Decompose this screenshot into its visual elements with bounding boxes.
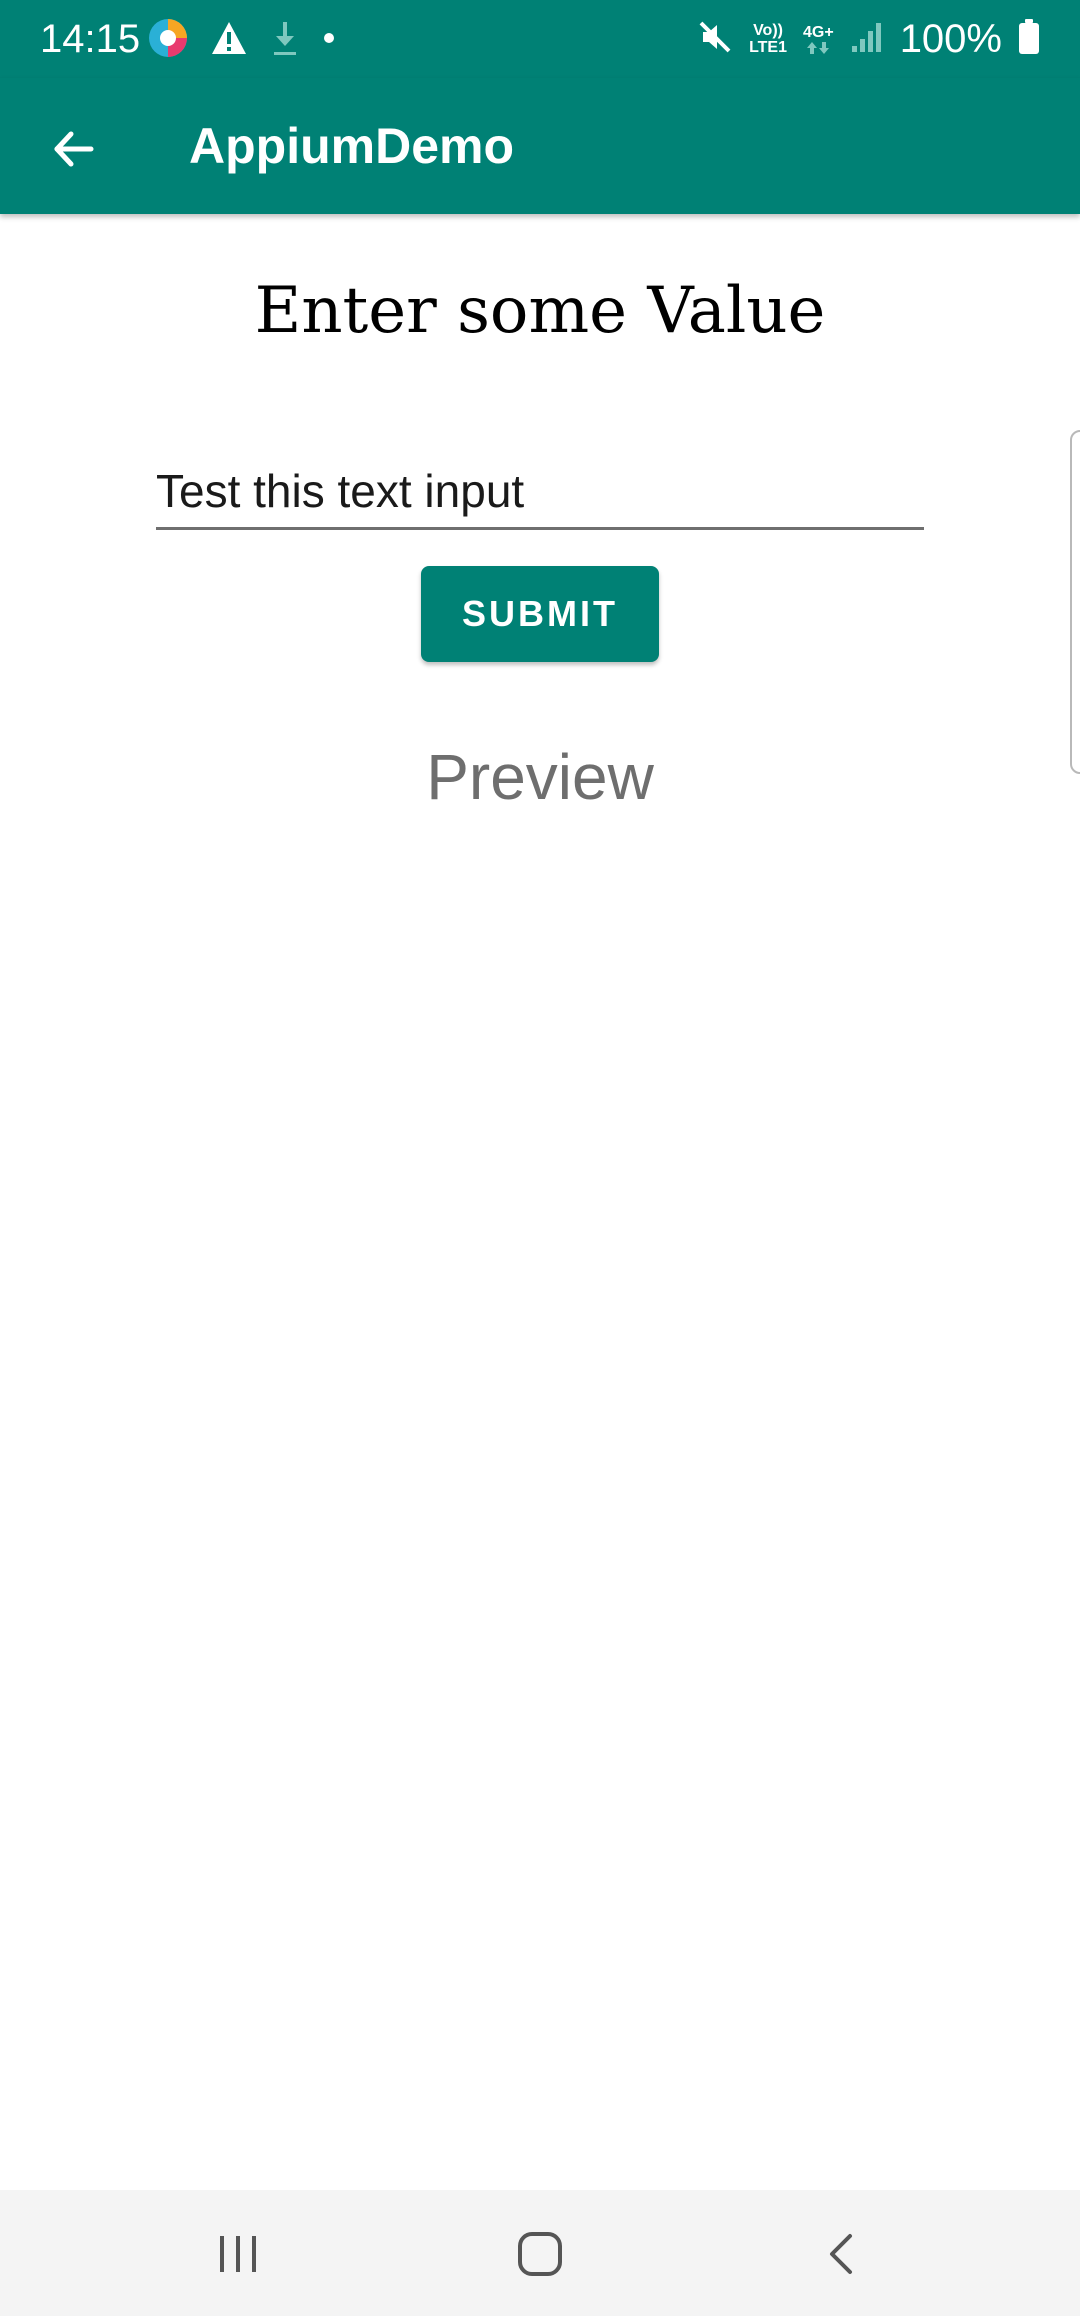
status-right-icons: Vo)) LTE1 4G+ 100%: [697, 14, 1040, 64]
edge-panel-handle[interactable]: [1070, 430, 1080, 774]
battery-icon: [1018, 18, 1040, 60]
recents-button[interactable]: [188, 2214, 288, 2294]
network-bottom-label: LTE1: [749, 39, 787, 56]
data-arrows-icon: 4G+: [803, 24, 834, 55]
recents-icon: [220, 2236, 256, 2272]
app-bar: AppiumDemo: [0, 78, 1080, 214]
battery-percent: 100%: [899, 17, 1002, 61]
app-title: AppiumDemo: [189, 118, 514, 174]
status-time: 14:15: [40, 17, 141, 61]
preview-text: Preview: [426, 741, 654, 813]
warning-icon: [210, 20, 248, 61]
screen: 14:15 Vo)) LTE1 4G+ 100% AppiumDemo Ente…: [0, 0, 1080, 2316]
status-bar: 14:15 Vo)) LTE1 4G+ 100%: [0, 0, 1080, 78]
nav-bar: [0, 2190, 1080, 2316]
back-button[interactable]: [30, 106, 116, 192]
dot-icon: [322, 31, 336, 50]
network-top-label: Vo)): [753, 22, 783, 39]
value-input[interactable]: [156, 455, 924, 530]
submit-button[interactable]: SUBMIT: [421, 566, 659, 662]
volte-icon: Vo)) LTE1: [749, 22, 787, 56]
back-icon: [830, 2234, 852, 2274]
status-left-icons: [148, 18, 336, 62]
browser-icon: [148, 18, 188, 63]
arrow-left-icon: [54, 131, 94, 167]
signal-icon: [850, 20, 884, 59]
download-icon: [270, 18, 300, 63]
nav-back-button[interactable]: [792, 2214, 892, 2294]
home-icon: [518, 2232, 562, 2276]
mute-icon: [697, 19, 733, 60]
home-button[interactable]: [490, 2214, 590, 2294]
page-heading: Enter some Value: [254, 274, 826, 348]
data-type-label: 4G+: [803, 23, 834, 41]
